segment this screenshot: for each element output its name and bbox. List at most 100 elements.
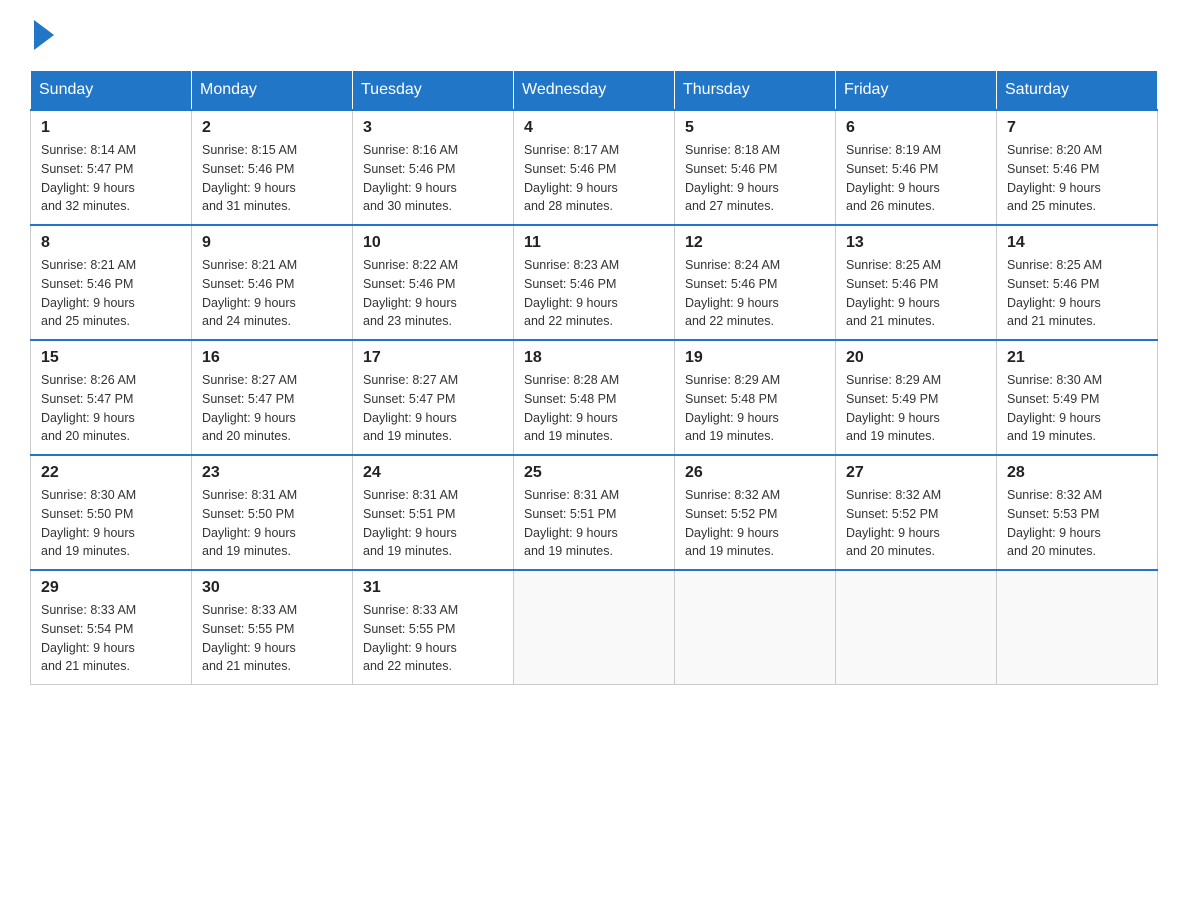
calendar-day-cell: 9 Sunrise: 8:21 AMSunset: 5:46 PMDaylight… <box>192 225 353 340</box>
calendar-day-cell: 28Sunrise: 8:32 AMSunset: 5:53 PMDayligh… <box>997 455 1158 570</box>
day-number: 5 <box>685 119 825 137</box>
day-of-week-header: Tuesday <box>353 71 514 111</box>
calendar-day-cell: 2 Sunrise: 8:15 AMSunset: 5:46 PMDaylight… <box>192 110 353 225</box>
day-number: 11 <box>524 234 664 252</box>
calendar-day-cell <box>997 570 1158 685</box>
calendar-day-cell: 23Sunrise: 8:31 AMSunset: 5:50 PMDayligh… <box>192 455 353 570</box>
day-of-week-header: Thursday <box>675 71 836 111</box>
day-number: 20 <box>846 349 986 367</box>
day-info: Sunrise: 8:22 AMSunset: 5:46 PMDaylight:… <box>363 256 503 331</box>
calendar-day-cell: 5 Sunrise: 8:18 AMSunset: 5:46 PMDaylight… <box>675 110 836 225</box>
calendar-day-cell: 27 Sunrise: 8:32 AMSunset: 5:52 PMDayligh… <box>836 455 997 570</box>
calendar-day-cell <box>514 570 675 685</box>
calendar-week-row: 22 Sunrise: 8:30 AMSunset: 5:50 PMDayligh… <box>31 455 1158 570</box>
day-number: 10 <box>363 234 503 252</box>
calendar-day-cell: 22 Sunrise: 8:30 AMSunset: 5:50 PMDayligh… <box>31 455 192 570</box>
day-number: 16 <box>202 349 342 367</box>
day-info: Sunrise: 8:17 AMSunset: 5:46 PMDaylight:… <box>524 141 664 216</box>
day-number: 17 <box>363 349 503 367</box>
calendar-day-cell: 19 Sunrise: 8:29 AMSunset: 5:48 PMDayligh… <box>675 340 836 455</box>
day-info: Sunrise: 8:33 AMSunset: 5:54 PMDaylight:… <box>41 601 181 676</box>
logo <box>30 20 54 50</box>
calendar-day-cell: 3 Sunrise: 8:16 AMSunset: 5:46 PMDaylight… <box>353 110 514 225</box>
day-number: 25 <box>524 464 664 482</box>
day-number: 3 <box>363 119 503 137</box>
calendar-day-cell: 24 Sunrise: 8:31 AMSunset: 5:51 PMDayligh… <box>353 455 514 570</box>
day-info: Sunrise: 8:29 AMSunset: 5:49 PMDaylight:… <box>846 371 986 446</box>
calendar-day-cell: 20 Sunrise: 8:29 AMSunset: 5:49 PMDayligh… <box>836 340 997 455</box>
calendar-day-cell: 1Sunrise: 8:14 AMSunset: 5:47 PMDaylight… <box>31 110 192 225</box>
calendar-week-row: 15 Sunrise: 8:26 AMSunset: 5:47 PMDayligh… <box>31 340 1158 455</box>
day-info: Sunrise: 8:25 AMSunset: 5:46 PMDaylight:… <box>1007 256 1147 331</box>
day-number: 31 <box>363 579 503 597</box>
calendar-table: SundayMondayTuesdayWednesdayThursdayFrid… <box>30 70 1158 685</box>
calendar-day-cell: 17 Sunrise: 8:27 AMSunset: 5:47 PMDayligh… <box>353 340 514 455</box>
day-number: 24 <box>363 464 503 482</box>
day-info: Sunrise: 8:33 AMSunset: 5:55 PMDaylight:… <box>363 601 503 676</box>
day-of-week-header: Friday <box>836 71 997 111</box>
calendar-day-cell: 18 Sunrise: 8:28 AMSunset: 5:48 PMDayligh… <box>514 340 675 455</box>
page-header <box>30 20 1158 50</box>
day-number: 14 <box>1007 234 1147 252</box>
day-info: Sunrise: 8:21 AMSunset: 5:46 PMDaylight:… <box>202 256 342 331</box>
day-number: 23 <box>202 464 342 482</box>
day-info: Sunrise: 8:29 AMSunset: 5:48 PMDaylight:… <box>685 371 825 446</box>
day-of-week-header: Monday <box>192 71 353 111</box>
day-info: Sunrise: 8:28 AMSunset: 5:48 PMDaylight:… <box>524 371 664 446</box>
day-number: 15 <box>41 349 181 367</box>
calendar-week-row: 8 Sunrise: 8:21 AMSunset: 5:46 PMDaylight… <box>31 225 1158 340</box>
day-info: Sunrise: 8:19 AMSunset: 5:46 PMDaylight:… <box>846 141 986 216</box>
calendar-day-cell: 4 Sunrise: 8:17 AMSunset: 5:46 PMDaylight… <box>514 110 675 225</box>
calendar-day-cell: 15 Sunrise: 8:26 AMSunset: 5:47 PMDayligh… <box>31 340 192 455</box>
day-of-week-header: Saturday <box>997 71 1158 111</box>
calendar-day-cell: 29 Sunrise: 8:33 AMSunset: 5:54 PMDayligh… <box>31 570 192 685</box>
calendar-day-cell: 6 Sunrise: 8:19 AMSunset: 5:46 PMDaylight… <box>836 110 997 225</box>
calendar-day-cell: 14 Sunrise: 8:25 AMSunset: 5:46 PMDayligh… <box>997 225 1158 340</box>
day-number: 26 <box>685 464 825 482</box>
day-info: Sunrise: 8:27 AMSunset: 5:47 PMDaylight:… <box>202 371 342 446</box>
day-info: Sunrise: 8:16 AMSunset: 5:46 PMDaylight:… <box>363 141 503 216</box>
day-number: 21 <box>1007 349 1147 367</box>
calendar-week-row: 1Sunrise: 8:14 AMSunset: 5:47 PMDaylight… <box>31 110 1158 225</box>
day-number: 8 <box>41 234 181 252</box>
day-of-week-header: Sunday <box>31 71 192 111</box>
calendar-week-row: 29 Sunrise: 8:33 AMSunset: 5:54 PMDayligh… <box>31 570 1158 685</box>
day-info: Sunrise: 8:30 AMSunset: 5:50 PMDaylight:… <box>41 486 181 561</box>
day-info: Sunrise: 8:32 AMSunset: 5:52 PMDaylight:… <box>846 486 986 561</box>
day-info: Sunrise: 8:27 AMSunset: 5:47 PMDaylight:… <box>363 371 503 446</box>
day-number: 2 <box>202 119 342 137</box>
day-info: Sunrise: 8:23 AMSunset: 5:46 PMDaylight:… <box>524 256 664 331</box>
day-number: 9 <box>202 234 342 252</box>
day-info: Sunrise: 8:32 AMSunset: 5:53 PMDaylight:… <box>1007 486 1147 561</box>
day-info: Sunrise: 8:14 AMSunset: 5:47 PMDaylight:… <box>41 141 181 216</box>
day-info: Sunrise: 8:15 AMSunset: 5:46 PMDaylight:… <box>202 141 342 216</box>
calendar-day-cell: 26 Sunrise: 8:32 AMSunset: 5:52 PMDayligh… <box>675 455 836 570</box>
day-number: 27 <box>846 464 986 482</box>
calendar-day-cell: 31 Sunrise: 8:33 AMSunset: 5:55 PMDayligh… <box>353 570 514 685</box>
day-info: Sunrise: 8:21 AMSunset: 5:46 PMDaylight:… <box>41 256 181 331</box>
logo-triangle-icon <box>34 20 54 50</box>
day-info: Sunrise: 8:26 AMSunset: 5:47 PMDaylight:… <box>41 371 181 446</box>
calendar-day-cell: 21 Sunrise: 8:30 AMSunset: 5:49 PMDayligh… <box>997 340 1158 455</box>
day-number: 4 <box>524 119 664 137</box>
calendar-day-cell <box>836 570 997 685</box>
day-info: Sunrise: 8:31 AMSunset: 5:51 PMDaylight:… <box>363 486 503 561</box>
day-number: 7 <box>1007 119 1147 137</box>
day-number: 18 <box>524 349 664 367</box>
day-info: Sunrise: 8:30 AMSunset: 5:49 PMDaylight:… <box>1007 371 1147 446</box>
day-number: 6 <box>846 119 986 137</box>
calendar-day-cell <box>675 570 836 685</box>
calendar-day-cell: 25Sunrise: 8:31 AMSunset: 5:51 PMDayligh… <box>514 455 675 570</box>
day-number: 29 <box>41 579 181 597</box>
day-number: 19 <box>685 349 825 367</box>
day-info: Sunrise: 8:32 AMSunset: 5:52 PMDaylight:… <box>685 486 825 561</box>
day-info: Sunrise: 8:33 AMSunset: 5:55 PMDaylight:… <box>202 601 342 676</box>
day-info: Sunrise: 8:18 AMSunset: 5:46 PMDaylight:… <box>685 141 825 216</box>
calendar-day-cell: 16 Sunrise: 8:27 AMSunset: 5:47 PMDayligh… <box>192 340 353 455</box>
day-of-week-header: Wednesday <box>514 71 675 111</box>
day-number: 30 <box>202 579 342 597</box>
day-number: 12 <box>685 234 825 252</box>
day-info: Sunrise: 8:20 AMSunset: 5:46 PMDaylight:… <box>1007 141 1147 216</box>
day-number: 22 <box>41 464 181 482</box>
calendar-day-cell: 12Sunrise: 8:24 AMSunset: 5:46 PMDayligh… <box>675 225 836 340</box>
